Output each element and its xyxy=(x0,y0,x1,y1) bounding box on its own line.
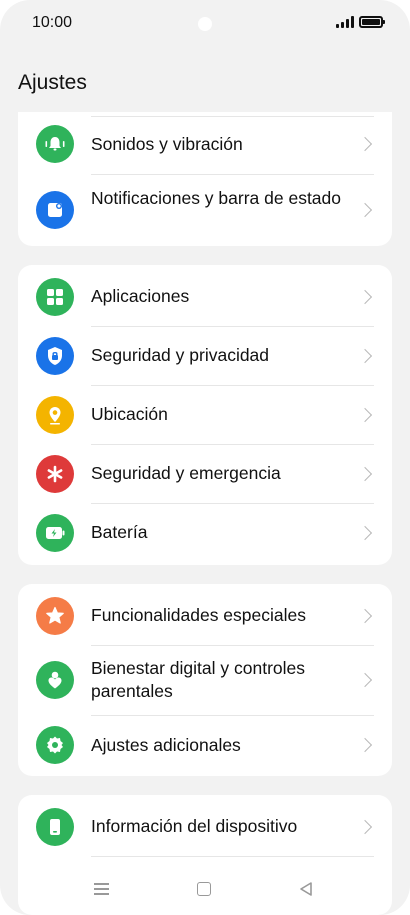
settings-item-ajustes-adicionales[interactable]: Ajustes adicionales xyxy=(18,715,392,776)
chevron-right-icon xyxy=(357,202,373,218)
notification-icon xyxy=(36,191,74,229)
chevron-right-icon xyxy=(357,608,373,624)
sidebar-item-label: Sonidos y vibración xyxy=(91,134,243,154)
front-camera xyxy=(198,17,212,31)
settings-group-special: Funcionalidades especiales Bienestar dig… xyxy=(18,584,392,776)
asterisk-icon xyxy=(36,455,74,493)
divider xyxy=(91,856,374,857)
divider xyxy=(91,645,374,646)
settings-item-seguridad-privacidad[interactable]: Seguridad y privacidad xyxy=(18,326,392,385)
settings-item-informacion[interactable]: Información del dispositivo xyxy=(18,795,392,856)
home-icon[interactable] xyxy=(197,882,211,896)
settings-item-label: Batería xyxy=(91,522,148,542)
chevron-right-icon xyxy=(357,466,373,482)
apps-grid-icon xyxy=(36,278,74,316)
settings-item-notificaciones[interactable]: Notificaciones y barra de estado xyxy=(18,174,392,246)
settings-group-sound: Sonidos y vibración Notificaciones y bar… xyxy=(18,112,392,246)
settings-item-funcionalidades[interactable]: Funcionalidades especiales xyxy=(18,584,392,645)
status-bar: 10:00 xyxy=(0,0,410,48)
battery-icon xyxy=(36,514,74,552)
page-title: Ajustes xyxy=(18,71,87,94)
back-icon[interactable] xyxy=(298,881,314,897)
bell-vibrate-icon xyxy=(36,125,74,163)
divider xyxy=(91,174,374,175)
settings-item-label: Información del dispositivo xyxy=(91,816,298,836)
settings-item-label: Seguridad y emergencia xyxy=(91,463,281,483)
settings-group-apps: Aplicaciones Seguridad y privacidad Ubic… xyxy=(18,265,392,565)
settings-item-label: Notificaciones y barra de estado xyxy=(91,188,341,208)
settings-item-aplicaciones[interactable]: Aplicaciones xyxy=(18,265,392,326)
settings-item-label: Funcionalidades especiales xyxy=(91,605,306,625)
divider xyxy=(91,503,374,504)
settings-item-sonidos[interactable]: Sonidos y vibración xyxy=(18,112,392,174)
divider xyxy=(91,326,374,327)
settings-item-ubicacion[interactable]: Ubicación xyxy=(18,385,392,444)
settings-item-label: Bienestar digital y controles parentales xyxy=(91,658,305,701)
divider xyxy=(91,385,374,386)
settings-item-bateria[interactable]: Batería xyxy=(18,503,392,565)
status-time: 10:00 xyxy=(32,14,73,31)
chevron-right-icon xyxy=(357,289,373,305)
menu-icon[interactable] xyxy=(94,883,109,895)
settings-item-bienestar[interactable]: Bienestar digital y controles parentales xyxy=(18,645,392,715)
divider xyxy=(91,715,374,716)
divider xyxy=(91,116,374,117)
settings-item-label: Ajustes adicionales xyxy=(91,735,241,755)
shield-lock-icon xyxy=(36,337,74,375)
navigation-bar xyxy=(0,860,410,915)
chevron-right-icon xyxy=(357,407,373,423)
settings-item-label: Seguridad y privacidad xyxy=(91,345,270,365)
chevron-right-icon xyxy=(357,136,373,152)
settings-item-label: Aplicaciones xyxy=(91,286,190,306)
chevron-right-icon xyxy=(357,525,373,541)
star-icon xyxy=(36,597,74,635)
divider xyxy=(91,444,374,445)
phone-device-icon xyxy=(36,808,74,846)
chevron-right-icon xyxy=(357,819,373,835)
location-pin-icon xyxy=(36,396,74,434)
phone-screen: 10:00 Ajustes Sonidos y vibración Notifi… xyxy=(0,0,410,915)
chevron-right-icon xyxy=(357,672,373,688)
settings-item-seguridad-emergencia[interactable]: Seguridad y emergencia xyxy=(18,444,392,503)
gear-icon xyxy=(36,726,74,764)
wellbeing-icon xyxy=(36,661,74,699)
chevron-right-icon xyxy=(357,348,373,364)
signal-icon xyxy=(336,16,354,28)
battery-status-icon xyxy=(359,16,385,28)
settings-item-label: Ubicación xyxy=(91,404,168,424)
chevron-right-icon xyxy=(357,737,373,753)
